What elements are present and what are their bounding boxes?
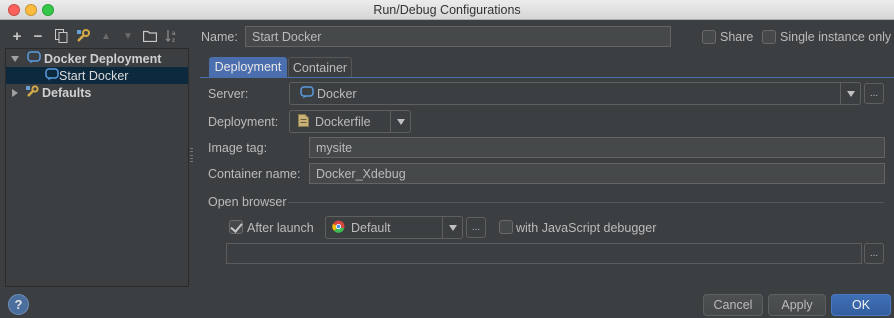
image-tag-input[interactable]: mysite	[309, 137, 885, 158]
add-configuration-button[interactable]: +	[8, 26, 26, 46]
image-tag-label: Image tag:	[208, 141, 268, 155]
open-browser-label: Open browser	[208, 195, 287, 209]
single-instance-label: Single instance only	[780, 30, 892, 44]
browser-url-input[interactable]	[226, 243, 862, 264]
apply-button[interactable]: Apply	[768, 294, 826, 316]
cancel-button[interactable]: Cancel	[703, 294, 763, 316]
svg-text:a: a	[172, 31, 176, 37]
after-launch-checkbox[interactable]	[229, 220, 243, 234]
browser-value: Default	[351, 220, 391, 235]
server-value: Docker	[317, 86, 357, 101]
container-name-input[interactable]: Docker_Xdebug	[309, 163, 885, 184]
tab-container[interactable]: Container	[288, 57, 352, 77]
single-instance-checkbox[interactable]	[762, 30, 776, 44]
tree-group-label: Docker Deployment	[44, 51, 162, 66]
tree-group-docker-deployment[interactable]: Docker Deployment	[6, 50, 188, 67]
wrench-icon[interactable]	[74, 26, 92, 46]
chrome-icon	[332, 220, 345, 236]
browser-browse-button[interactable]: ...	[466, 217, 486, 238]
js-debugger-checkbox[interactable]	[499, 220, 513, 234]
deployment-value: Dockerfile	[315, 114, 371, 129]
tree-item-start-docker[interactable]: Start Docker	[6, 67, 188, 84]
name-input[interactable]: Start Docker	[245, 26, 671, 47]
share-label: Share	[720, 30, 754, 44]
chevron-right-icon[interactable]	[12, 88, 18, 97]
docker-icon	[300, 85, 314, 102]
chevron-down-icon[interactable]	[442, 217, 462, 238]
window-title: Run/Debug Configurations	[373, 3, 521, 17]
server-dropdown[interactable]: Docker	[289, 82, 861, 105]
server-browse-button[interactable]: ...	[864, 83, 884, 104]
tab-deployment[interactable]: Deployment	[209, 57, 287, 77]
panel-splitter-handle[interactable]	[190, 148, 194, 162]
share-checkbox[interactable]	[702, 30, 716, 44]
move-up-button[interactable]: ▲	[97, 26, 115, 46]
docker-icon	[45, 67, 59, 84]
tree-defaults-label: Defaults	[42, 85, 92, 100]
docker-icon	[27, 50, 41, 67]
server-label: Server:	[208, 87, 249, 101]
folder-icon[interactable]	[141, 26, 159, 46]
move-down-button[interactable]: ▼	[119, 26, 137, 46]
ok-button[interactable]: OK	[831, 294, 891, 316]
tree-item-label: Start Docker	[59, 68, 129, 83]
container-name-label: Container name:	[208, 167, 301, 181]
file-icon	[298, 113, 309, 130]
copy-icon[interactable]	[52, 26, 70, 46]
configuration-tree[interactable]: Docker Deployment Start Docker Defaults	[5, 48, 189, 287]
chevron-down-icon[interactable]	[11, 55, 19, 62]
chevron-down-icon[interactable]	[840, 83, 860, 104]
section-divider	[288, 202, 884, 203]
url-browse-button[interactable]: ...	[864, 243, 884, 264]
window-titlebar: Run/Debug Configurations	[0, 0, 894, 20]
deployment-dropdown[interactable]: Dockerfile	[289, 110, 411, 133]
help-button[interactable]: ?	[8, 294, 29, 315]
tab-underline	[200, 77, 894, 78]
svg-text:z: z	[172, 38, 175, 43]
deployment-label: Deployment:	[208, 115, 279, 129]
browser-dropdown[interactable]: Default	[325, 216, 463, 239]
after-launch-label: After launch	[247, 221, 314, 235]
chevron-down-icon[interactable]	[390, 111, 410, 132]
remove-configuration-button[interactable]: −	[29, 26, 47, 46]
wrench-icon	[26, 84, 40, 101]
js-debugger-label: with JavaScript debugger	[516, 221, 657, 235]
tree-group-defaults[interactable]: Defaults	[6, 84, 188, 101]
name-label: Name:	[201, 30, 238, 44]
sort-icon[interactable]: az	[163, 26, 181, 46]
